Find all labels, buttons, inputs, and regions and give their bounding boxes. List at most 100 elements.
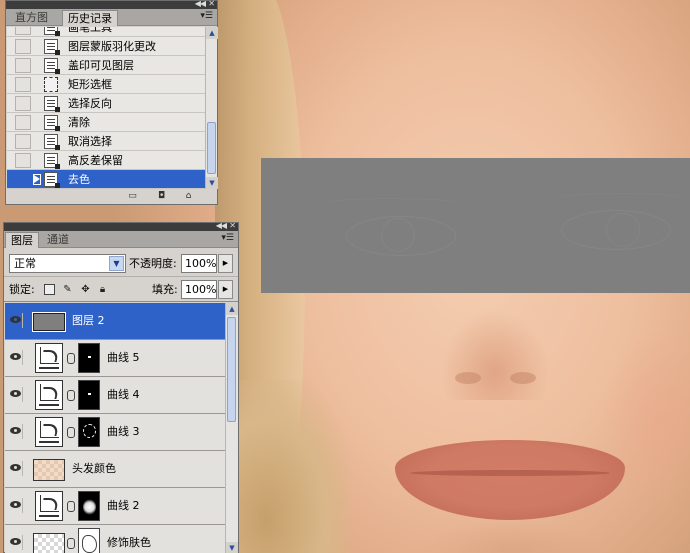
- fill-slider-toggle-icon[interactable]: ▶: [218, 280, 233, 299]
- history-scrollbar[interactable]: ▲ ▼: [205, 27, 218, 189]
- lock-transparent-icon[interactable]: [44, 284, 55, 295]
- curves-adjustment-icon: [35, 380, 63, 410]
- history-panel: ◀◀ ✕ 直方图 历史记录 ▾☰ 画笔工具 图层蒙版羽化更改 盖印可见图层 矩形…: [5, 0, 218, 205]
- layer-mask-thumbnail[interactable]: [78, 491, 100, 521]
- new-snapshot-icon[interactable]: ◘: [156, 192, 167, 201]
- lock-move-icon[interactable]: ✥: [80, 284, 91, 295]
- fill-input[interactable]: 100%: [181, 280, 217, 299]
- history-brush-checkbox[interactable]: [15, 58, 31, 73]
- desaturated-high-pass-layer: [261, 158, 690, 293]
- collapse-icon[interactable]: ◀◀: [195, 0, 206, 8]
- tab-histogram[interactable]: 直方图: [10, 10, 53, 26]
- history-item-selected[interactable]: 去色: [7, 170, 205, 189]
- layers-tabbar: 图层 通道 ▾☰: [4, 231, 238, 248]
- lock-paint-icon[interactable]: ✎: [62, 284, 73, 295]
- panel-menu-icon[interactable]: ▾☰: [221, 233, 234, 243]
- eye-icon[interactable]: [8, 424, 23, 439]
- history-brush-checkbox[interactable]: [15, 27, 31, 35]
- new-document-from-state-icon[interactable]: ▭: [127, 192, 138, 201]
- history-brush-checkbox[interactable]: [15, 39, 31, 54]
- panel-menu-icon[interactable]: ▾☰: [200, 11, 213, 21]
- opacity-label: 不透明度:: [129, 257, 177, 270]
- layer-mask-thumbnail[interactable]: [78, 528, 100, 553]
- link-icon[interactable]: [67, 501, 75, 512]
- scroll-thumb[interactable]: [227, 317, 236, 422]
- chin: [420, 520, 600, 553]
- curves-adjustment-icon: [35, 343, 63, 373]
- scroll-down-icon[interactable]: ▼: [206, 177, 218, 189]
- scroll-down-icon[interactable]: ▼: [226, 542, 238, 553]
- history-brush-checkbox[interactable]: [15, 134, 31, 149]
- layers-scrollbar[interactable]: ▲ ▼: [225, 303, 238, 553]
- layer-row[interactable]: 修饰肤色: [5, 525, 225, 553]
- link-icon[interactable]: [67, 427, 75, 438]
- scroll-up-icon[interactable]: ▲: [226, 303, 238, 315]
- layers-panel: ◀◀ ✕ 图层 通道 ▾☰ 正常 ▼ 不透明度: 100% ▶ 锁定: ✎ ✥ …: [3, 221, 239, 553]
- eye-icon[interactable]: [8, 498, 23, 513]
- tab-layers[interactable]: 图层: [5, 232, 39, 248]
- history-item[interactable]: 画笔工具: [7, 27, 205, 37]
- layers-list: 图层 2 曲线 5 曲线 4 曲线 3 头发颜色 曲线 2 修饰肤色: [5, 303, 225, 553]
- layer-row[interactable]: 曲线 3: [5, 414, 225, 451]
- link-icon[interactable]: [67, 390, 75, 401]
- history-item-label: 选择反向: [68, 97, 112, 110]
- layer-row[interactable]: 头发颜色: [5, 451, 225, 488]
- history-brush-checkbox[interactable]: [15, 153, 31, 168]
- history-item[interactable]: 盖印可见图层: [7, 56, 205, 75]
- chevron-down-icon[interactable]: ▼: [109, 256, 124, 271]
- blend-mode-value: 正常: [14, 257, 36, 270]
- history-step-icon: [44, 153, 60, 169]
- opacity-input[interactable]: 100%: [181, 254, 217, 273]
- history-brush-checkbox[interactable]: [15, 115, 31, 130]
- iris-right: [606, 213, 640, 247]
- opacity-slider-toggle-icon[interactable]: ▶: [218, 254, 233, 273]
- history-item[interactable]: 取消选择: [7, 132, 205, 151]
- eye-icon[interactable]: [8, 461, 23, 476]
- history-item[interactable]: 选择反向: [7, 94, 205, 113]
- link-icon[interactable]: [67, 353, 75, 364]
- history-tabbar: 直方图 历史记录 ▾☰: [6, 9, 217, 26]
- panel-titlebar[interactable]: ◀◀ ✕: [6, 0, 217, 9]
- eye-icon[interactable]: [8, 535, 23, 550]
- layer-row[interactable]: 曲线 4: [5, 377, 225, 414]
- layer-mask-thumbnail[interactable]: [78, 417, 100, 447]
- history-item[interactable]: 清除: [7, 113, 205, 132]
- layer-row[interactable]: 曲线 2: [5, 488, 225, 525]
- fill-label: 填充:: [152, 283, 178, 296]
- close-icon[interactable]: ✕: [229, 221, 236, 230]
- blend-mode-select[interactable]: 正常 ▼: [9, 254, 126, 273]
- trash-icon[interactable]: ⌂: [183, 192, 194, 201]
- scroll-thumb[interactable]: [207, 122, 216, 174]
- close-icon[interactable]: ✕: [208, 0, 215, 8]
- history-list: 画笔工具 图层蒙版羽化更改 盖印可见图层 矩形选框 选择反向 清除 取消选择 高…: [7, 27, 205, 189]
- lip-line: [410, 470, 610, 476]
- layer-row[interactable]: 曲线 5: [5, 340, 225, 377]
- tab-channels[interactable]: 通道: [42, 232, 74, 248]
- eye-icon[interactable]: [8, 313, 23, 328]
- layer-name: 曲线 3: [107, 425, 140, 438]
- history-brush-checkbox[interactable]: [15, 96, 31, 111]
- history-item[interactable]: 矩形选框: [7, 75, 205, 94]
- history-brush-checkbox[interactable]: [15, 172, 31, 187]
- layer-thumbnail: [33, 533, 65, 553]
- link-icon[interactable]: [67, 538, 75, 549]
- history-state-marker-icon[interactable]: [33, 174, 41, 185]
- layer-mask-thumbnail[interactable]: [78, 343, 100, 373]
- history-item[interactable]: 高反差保留: [7, 151, 205, 170]
- eye-icon[interactable]: [8, 387, 23, 402]
- history-item-label: 矩形选框: [68, 78, 112, 91]
- layer-row-selected[interactable]: 图层 2: [5, 303, 225, 340]
- collapse-icon[interactable]: ◀◀: [216, 221, 227, 230]
- history-item-label: 图层蒙版羽化更改: [68, 40, 156, 53]
- history-brush-checkbox[interactable]: [15, 77, 31, 92]
- scroll-up-icon[interactable]: ▲: [206, 27, 218, 39]
- lips: [395, 440, 625, 520]
- panel-titlebar[interactable]: ◀◀ ✕: [4, 221, 238, 231]
- layer-mask-thumbnail[interactable]: [78, 380, 100, 410]
- history-footer: ▭ ◘ ⌂: [6, 189, 217, 204]
- eye-icon[interactable]: [8, 350, 23, 365]
- tab-history[interactable]: 历史记录: [62, 10, 118, 26]
- history-step-icon: [44, 58, 60, 74]
- lock-all-icon[interactable]: 🔒︎: [97, 284, 108, 295]
- history-item[interactable]: 图层蒙版羽化更改: [7, 37, 205, 56]
